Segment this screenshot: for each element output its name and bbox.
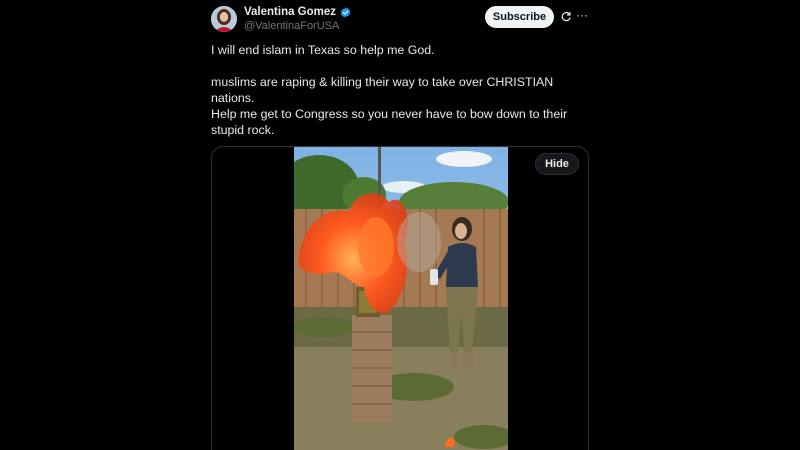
post-text-line-3: Help me get to Congress so you never hav… (211, 107, 568, 137)
avatar[interactable] (211, 6, 237, 32)
post-text-line-1: I will end islam in Texas so help me God… (211, 43, 435, 57)
hide-media-button[interactable]: Hide (535, 153, 579, 175)
author-handle[interactable]: @ValentinaForUSA (244, 20, 351, 32)
verified-badge-icon[interactable] (340, 7, 351, 18)
post-text-line-2: muslims are raping & killing their way t… (211, 75, 554, 105)
subscribe-button[interactable]: Subscribe (485, 6, 554, 28)
grok-icon[interactable] (560, 11, 572, 23)
more-icon[interactable]: ··· (576, 9, 590, 23)
post: Valentina Gomez @ValentinaForUSA Subscri… (211, 4, 589, 450)
author-names: Valentina Gomez @ValentinaForUSA (244, 6, 351, 32)
author-display-name[interactable]: Valentina Gomez (244, 6, 336, 18)
post-header: Valentina Gomez @ValentinaForUSA Subscri… (211, 4, 589, 38)
video-frame-image (294, 147, 508, 450)
media-container[interactable]: Hide (211, 146, 589, 450)
video-player[interactable] (294, 147, 508, 450)
avatar-image (211, 6, 237, 32)
